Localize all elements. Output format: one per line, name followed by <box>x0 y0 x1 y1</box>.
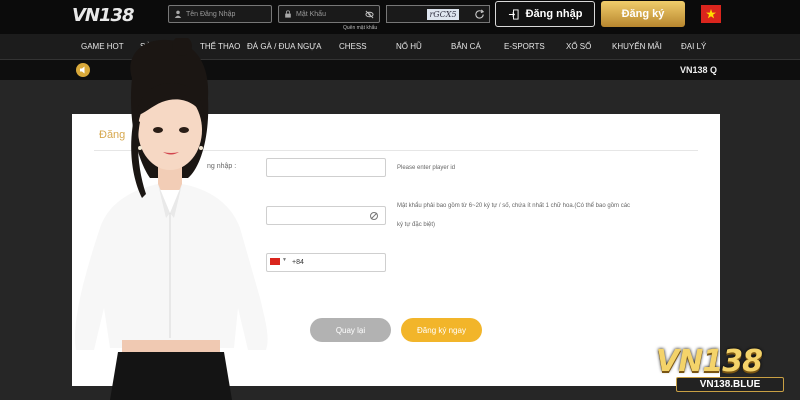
eye-off-icon[interactable] <box>365 10 374 19</box>
watermark-domain: VN138.BLUE <box>676 377 784 392</box>
register-button[interactable]: Đăng ký <box>601 1 685 27</box>
nav-item-agent[interactable]: ĐẠI LÝ <box>681 42 706 51</box>
lock-icon <box>285 10 291 18</box>
username-field[interactable]: Tên Đăng Nhập <box>168 5 272 23</box>
refresh-icon[interactable] <box>474 9 485 20</box>
page: VN138 Tên Đăng Nhập Mật Khẩu Quên mật kh… <box>0 0 800 400</box>
password-placeholder: Mật Khẩu <box>296 10 326 18</box>
announcement-text: VN138 Q <box>680 65 718 75</box>
back-button[interactable]: Quay lại <box>310 318 391 342</box>
password-hint-line-2: ký tự đặc biệt) <box>397 222 436 228</box>
top-bar: VN138 Tên Đăng Nhập Mật Khẩu Quên mật kh… <box>0 0 800 34</box>
nav-item-esports[interactable]: E-SPORTS <box>504 42 545 51</box>
username-placeholder: Tên Đăng Nhập <box>186 10 236 18</box>
captcha-image: rGCX5 <box>427 9 459 20</box>
nav-item-slots[interactable]: NỔ HŨ <box>396 42 422 51</box>
captcha-field[interactable]: rGCX5 <box>386 5 490 23</box>
register-now-button[interactable]: Đăng ký ngay <box>401 318 482 342</box>
login-button[interactable]: Đăng nhập <box>495 1 595 27</box>
watermark-logo: VN138 <box>656 344 763 379</box>
username-hint: Please enter player id <box>397 165 456 171</box>
login-label: Đăng nhập <box>525 8 583 20</box>
nav-item-promotions[interactable]: KHUYẾN MÃI <box>612 42 662 51</box>
user-icon <box>174 10 182 18</box>
brand-watermark: VN138 VN138.BLUE <box>650 344 792 396</box>
nav-item-fishing[interactable]: BẮN CÁ <box>451 42 481 51</box>
password-hint-line-1: Mật khẩu phải bao gồm từ 6~20 ký tự / số… <box>397 203 631 209</box>
nav-item-chess[interactable]: CHESS <box>339 42 367 51</box>
login-icon <box>508 8 519 20</box>
model-photo <box>75 38 268 400</box>
forgot-password-link[interactable]: Quên mật khẩu <box>343 25 377 31</box>
site-logo[interactable]: VN138 <box>72 5 135 26</box>
nav-item-lottery[interactable]: XỔ SỐ <box>566 42 591 51</box>
password-field[interactable]: Mật Khẩu <box>278 5 380 23</box>
vietnam-flag-icon[interactable] <box>701 5 721 23</box>
eye-off-icon[interactable] <box>369 211 379 221</box>
